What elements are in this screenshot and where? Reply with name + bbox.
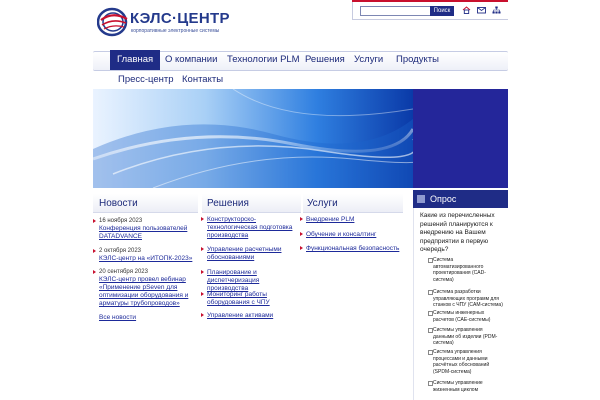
solutions-bullet-icon xyxy=(201,292,204,296)
menu-item-products[interactable]: Продукты xyxy=(396,50,439,70)
poll-title: Опрос xyxy=(430,194,457,204)
menu-item-contacts[interactable]: Контакты xyxy=(182,73,223,86)
services-link[interactable]: Обучение и консалтинг xyxy=(306,231,404,239)
logo-name: КЭЛС·ЦЕНТР xyxy=(130,10,230,27)
services-bullet-icon xyxy=(300,246,303,250)
news-bullet-icon xyxy=(93,249,96,253)
poll-option-label: Системы управление жизненным циклом xyxy=(433,380,483,393)
banner-side-panel xyxy=(413,89,508,188)
services-bullet-icon xyxy=(300,232,303,236)
news-date: 2 октября 2023 xyxy=(99,248,141,254)
news-date: 20 сентября 2023 xyxy=(99,269,148,275)
menu-item-press[interactable]: Пресс-центр xyxy=(118,73,174,86)
news-link[interactable]: Конференция пользователей DATADVANCE xyxy=(99,225,194,241)
menu-item-solutions[interactable]: Решения xyxy=(305,50,345,70)
news-link[interactable]: КЭЛС-центр провел вебинар «Применение pS… xyxy=(99,276,195,308)
news-bullet-icon xyxy=(93,270,96,274)
menu-item-plm[interactable]: Технологии PLM xyxy=(227,50,300,70)
hero-banner xyxy=(93,89,413,188)
logo-emblem-icon xyxy=(97,7,128,37)
poll-question: Какие из перечисленных решений планируют… xyxy=(420,212,495,253)
poll-option-label: Система управления процессами и данными … xyxy=(433,349,490,375)
home-icon[interactable] xyxy=(462,6,471,14)
search-button[interactable]: Поиск xyxy=(430,6,454,16)
poll-icon xyxy=(417,195,425,203)
topbar-bottom-line xyxy=(352,19,508,20)
services-link[interactable]: Внедрение PLM xyxy=(306,216,404,224)
solutions-link[interactable]: Мониторинг работы оборудования с ЧПУ xyxy=(207,291,299,307)
news-link[interactable]: КЭЛС-центр на «ИТОПК-2023» xyxy=(99,255,194,263)
logo-tagline: корпоративные электронные системы xyxy=(131,28,220,34)
poll-option-label: Система автоматизированного проектирован… xyxy=(433,257,486,283)
services-title: Услуги xyxy=(307,198,338,209)
menu-item-about[interactable]: О компании xyxy=(165,50,217,70)
poll-option-label: Системы управления данными об изделии (P… xyxy=(433,327,498,346)
solutions-link[interactable]: Планирование и диспетчеризация производс… xyxy=(207,269,302,293)
topbar-accent-line xyxy=(352,0,508,2)
topbar-divider xyxy=(352,2,353,19)
poll-option-label: Системы инженерных расчетов (CAE-системы… xyxy=(433,310,491,323)
poll-header: Опрос xyxy=(413,190,508,208)
solutions-link[interactable]: Управление активами xyxy=(207,312,299,320)
solutions-bullet-icon xyxy=(201,247,204,251)
solutions-link[interactable]: Конструкторско-технологическая подготовк… xyxy=(207,216,299,240)
menu-item-services[interactable]: Услуги xyxy=(354,50,383,70)
poll-option-label: Система разработки управляющих программ … xyxy=(433,289,503,308)
solutions-title: Решения xyxy=(207,198,249,209)
news-date: 16 ноября 2023 xyxy=(99,218,143,224)
services-bullet-icon xyxy=(300,217,303,221)
news-title: Новости xyxy=(99,198,138,209)
company-logo[interactable]: КЭЛС·ЦЕНТР корпоративные электронные сис… xyxy=(97,7,229,37)
solutions-bullet-icon xyxy=(201,313,204,317)
all-news-link[interactable]: Все новости xyxy=(99,314,136,322)
solutions-bullet-icon xyxy=(201,217,204,221)
news-bullet-icon xyxy=(93,219,96,223)
solutions-bullet-icon xyxy=(201,270,204,274)
services-link[interactable]: Функциональная безопасность xyxy=(306,245,404,253)
solutions-link[interactable]: Управление расчетными обоснованиями xyxy=(207,246,299,262)
search-input[interactable] xyxy=(360,6,434,16)
mail-icon[interactable] xyxy=(477,6,486,14)
menu-item-home[interactable]: Главная xyxy=(110,50,161,70)
sitemap-icon[interactable] xyxy=(492,6,501,14)
